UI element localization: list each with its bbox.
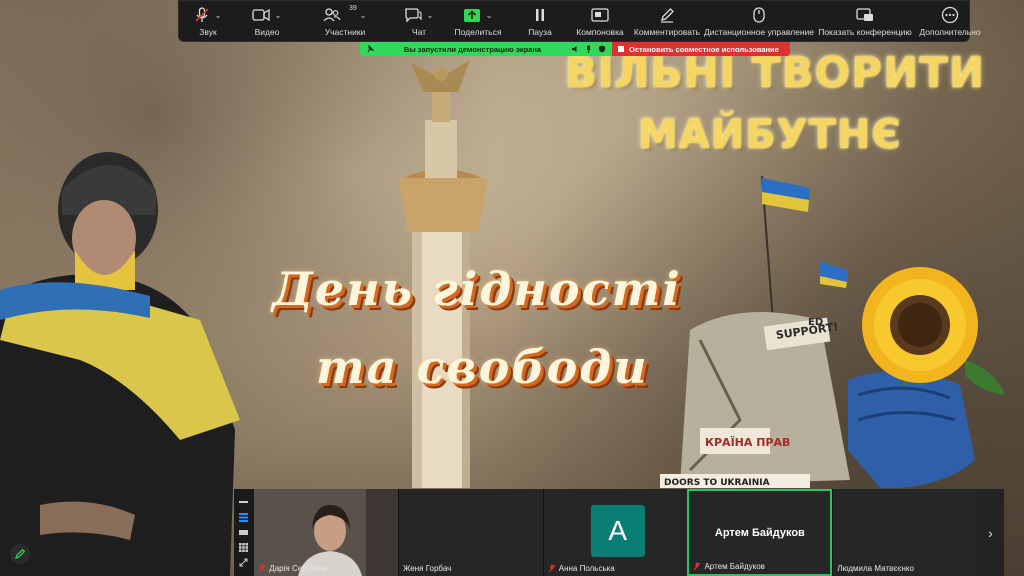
pause-button[interactable]: Пауза <box>511 1 569 41</box>
annotate-button[interactable]: Комментировать <box>631 1 703 41</box>
more-label: Дополнительно <box>919 27 981 37</box>
participant-name: Артем Байдуков <box>704 562 765 571</box>
sharing-status: Вы запустили демонстрацию экрана <box>360 42 612 56</box>
mic-muted-icon <box>258 564 266 573</box>
slide-center-line2: та свободи <box>316 340 649 394</box>
expand-icon[interactable] <box>239 558 249 568</box>
show-meeting-button[interactable]: Показать конференцию <box>815 1 915 41</box>
sunflower-fist <box>848 267 1005 489</box>
participants-icon <box>323 8 341 22</box>
next-page-button[interactable]: › <box>977 489 1004 576</box>
mic-muted-icon <box>548 564 556 573</box>
mic-muted-icon <box>195 7 209 22</box>
video-label: Видео <box>254 27 280 37</box>
avatar: A <box>590 505 645 557</box>
layout-button[interactable]: Компоновка <box>569 1 631 41</box>
chevron-down-icon[interactable]: ⌄ <box>426 10 434 21</box>
chat-icon <box>405 8 422 23</box>
participant-name-tag: Артем Байдуков <box>693 562 765 571</box>
participant-tile[interactable]: Дарія Сергіївна <box>253 489 399 576</box>
participant-tile-active[interactable]: Артем Байдуков Артем Байдуков <box>687 489 833 576</box>
banner-ukraine: КРАЇНА ПРАВ <box>705 435 790 449</box>
speaker-icon[interactable] <box>571 45 579 53</box>
protester-figure <box>0 152 240 576</box>
annotate-icon <box>661 8 674 23</box>
participant-tile[interactable]: A Анна Польська <box>542 489 688 576</box>
layout-label: Компоновка <box>576 27 624 37</box>
share-button[interactable]: ⌄ Поделиться <box>445 1 511 41</box>
shield-icon[interactable] <box>598 45 606 53</box>
strip-view-icon[interactable] <box>239 528 249 538</box>
stop-share-label: Остановить совместное использование <box>629 44 779 54</box>
mic-icon[interactable] <box>585 45 592 53</box>
grid-view-icon[interactable] <box>239 543 249 553</box>
pause-icon <box>536 9 544 21</box>
strip-view-controls <box>234 489 254 576</box>
more-icon <box>941 6 959 24</box>
audio-label: Звук <box>199 27 217 37</box>
banner-ed: ED <box>808 317 823 328</box>
banner-doors: DOORS TO UKRAINIA <box>664 478 770 488</box>
annotation-shortcut-button[interactable] <box>10 544 30 564</box>
participant-name-tag: Женя Горбач <box>403 564 451 573</box>
participant-strip: Дарія Сергіївна Женя Горбач A Анна Польс… <box>234 489 1004 576</box>
participant-name-tag: Людмила Матвєєнко <box>837 564 914 573</box>
screen-share-banner: Вы запустили демонстрацию экрана Останов… <box>360 42 790 56</box>
sharing-message: Вы запустили демонстрацию экрана <box>403 44 542 54</box>
video-button[interactable]: ⌄ Видео <box>237 1 297 41</box>
pin-icon[interactable] <box>366 45 374 53</box>
more-button[interactable]: Дополнительно <box>915 1 985 41</box>
speaker-view-icon[interactable] <box>239 513 249 523</box>
participants-button[interactable]: 39 ⌄ Участники <box>297 1 393 41</box>
participant-tile[interactable]: Женя Горбач <box>398 489 543 576</box>
remote-control-button[interactable]: Дистанционное управление <box>703 1 815 41</box>
participant-name-tag: Дарія Сергіївна <box>258 564 327 573</box>
annotate-label: Комментировать <box>633 27 701 37</box>
chat-label: Чат <box>411 27 427 37</box>
participant-video <box>254 489 399 576</box>
participant-display-name: Артем Байдуков <box>714 527 805 539</box>
chevron-down-icon[interactable]: ⌄ <box>274 10 282 21</box>
stop-share-button[interactable]: Остановить совместное использование <box>612 42 790 56</box>
pencil-icon <box>15 548 26 559</box>
chevron-right-icon: › <box>988 524 993 541</box>
participants-count: 39 <box>349 5 357 12</box>
mic-muted-icon <box>694 562 701 571</box>
participant-name: Дарія Сергіївна <box>269 564 327 573</box>
participant-tile[interactable]: Людмила Матвєєнко <box>832 489 977 576</box>
share-screen-icon <box>464 8 481 22</box>
show-meeting-label: Показать конференцию <box>818 27 912 37</box>
participant-name: Людмила Матвєєнко <box>837 564 914 573</box>
audio-button[interactable]: ⌄ Звук <box>179 1 237 41</box>
participant-name: Женя Горбач <box>403 564 452 573</box>
meeting-toolbar: ⌄ Звук ⌄ Видео 39 ⌄ Участники ⌄ Чат ⌄ По… <box>178 0 981 42</box>
chevron-down-icon[interactable]: ⌄ <box>214 10 222 21</box>
participant-name-tag: Анна Польська <box>548 564 615 573</box>
remote-control-label: Дистанционное управление <box>704 27 815 37</box>
chevron-down-icon[interactable]: ⌄ <box>485 10 493 21</box>
chat-button[interactable]: ⌄ Чат <box>393 1 445 41</box>
participant-name: Анна Польська <box>558 564 615 573</box>
share-label: Поделиться <box>454 27 502 37</box>
minimize-icon[interactable] <box>239 498 249 508</box>
show-meeting-icon <box>856 8 873 21</box>
video-camera-icon <box>252 8 270 22</box>
slide-title-line2: МАЙБУТНЄ <box>638 112 902 158</box>
participants-label: Участники <box>324 27 366 37</box>
stop-icon <box>618 46 624 52</box>
pause-label: Пауза <box>528 27 552 37</box>
layout-icon <box>591 8 609 22</box>
chevron-down-icon[interactable]: ⌄ <box>359 10 367 21</box>
slide-center-line1: День гідності <box>272 262 682 316</box>
remote-control-icon <box>753 7 765 23</box>
